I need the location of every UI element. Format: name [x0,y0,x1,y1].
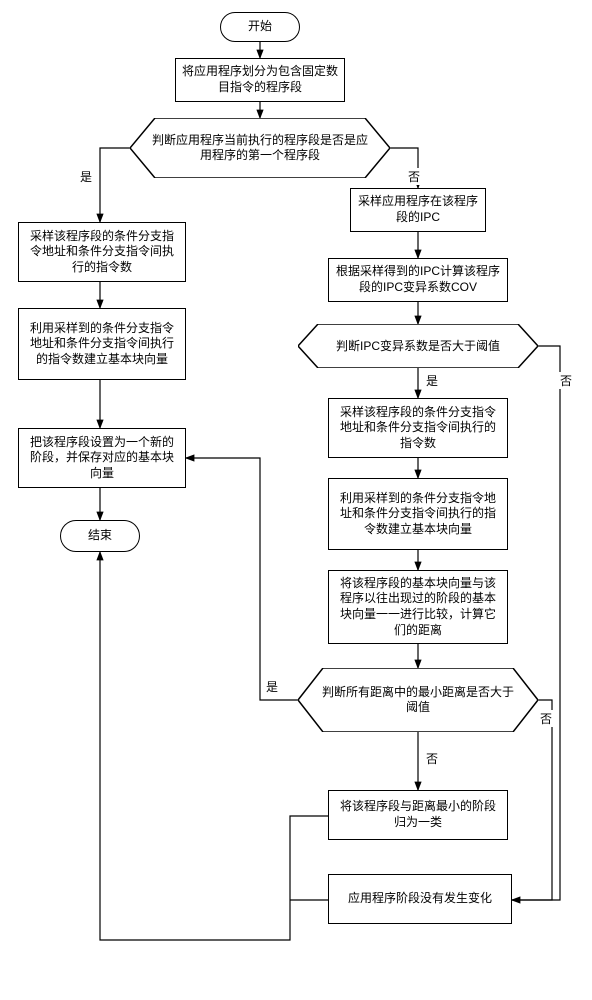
flowchart-container: 开始 将应用程序划分为包含固定数目指令的程序段 判断应用程序当前执行的程序段是否… [10,10,582,990]
process-right-build-vector-text: 利用采样到的条件分支指令地址和条件分支指令间执行的指令数建立基本块向量 [335,491,501,538]
process-no-change-text: 应用程序阶段没有发生变化 [348,891,492,907]
process-left-build-text: 利用采样到的条件分支指令地址和条件分支指令间执行的指令数建立基本块向量 [25,321,179,368]
process-classify-min-text: 将该程序段与距离最小的阶段归为一类 [335,799,501,830]
process-right-build-vector: 利用采样到的条件分支指令地址和条件分支指令间执行的指令数建立基本块向量 [328,478,508,550]
decision-cov-text: 判断IPC变异系数是否大于阈值 [316,339,520,354]
decision-min-distance: 判断所有距离中的最小距离是否大于阈值 [298,668,538,732]
process-calc-cov: 根据采样得到的IPC计算该程序段的IPC变异系数COV [328,258,508,302]
process-classify-min: 将该程序段与距离最小的阶段归为一类 [328,790,508,840]
process-left-new-phase-text: 把该程序段设置为一个新的阶段，并保存对应的基本块向量 [25,435,179,482]
decision-cov-threshold: 判断IPC变异系数是否大于阈值 [298,324,538,368]
label-d3-yes: 是 [264,678,280,695]
process-right-sample-branch: 采样该程序段的条件分支指令地址和条件分支指令间执行的指令数 [328,398,508,458]
label-d3-no-right: 否 [538,710,554,727]
process-compare-vectors-text: 将该程序段的基本块向量与该程序以往出现过的阶段的基本块向量一一进行比较，计算它们… [335,576,501,638]
decision-first-text: 判断应用程序当前执行的程序段是否是应用程序的第一个程序段 [130,133,390,163]
process-left-sample: 采样该程序段的条件分支指令地址和条件分支指令间执行的指令数 [18,222,186,282]
label-d2-yes: 是 [424,372,440,389]
process-divide-text: 将应用程序划分为包含固定数目指令的程序段 [182,64,338,95]
end-text: 结束 [88,528,112,544]
label-d3-no: 否 [424,750,440,767]
start-node: 开始 [220,12,300,42]
process-left-sample-text: 采样该程序段的条件分支指令地址和条件分支指令间执行的指令数 [25,229,179,276]
process-compare-vectors: 将该程序段的基本块向量与该程序以往出现过的阶段的基本块向量一一进行比较，计算它们… [328,570,508,644]
label-d1-no: 否 [406,168,422,185]
process-sample-ipc: 采样应用程序在该程序段的IPC [350,188,486,232]
process-left-new-phase: 把该程序段设置为一个新的阶段，并保存对应的基本块向量 [18,428,186,488]
start-text: 开始 [248,19,272,35]
label-d1-yes: 是 [78,168,94,185]
process-no-change: 应用程序阶段没有发生变化 [328,874,512,924]
process-right-sample-branch-text: 采样该程序段的条件分支指令地址和条件分支指令间执行的指令数 [335,405,501,452]
process-left-build-vector: 利用采样到的条件分支指令地址和条件分支指令间执行的指令数建立基本块向量 [18,308,186,380]
end-node: 结束 [60,520,140,552]
process-divide: 将应用程序划分为包含固定数目指令的程序段 [175,58,345,102]
decision-min-distance-text: 判断所有距离中的最小距离是否大于阈值 [298,685,538,715]
label-d2-no: 否 [558,372,574,389]
process-calc-cov-text: 根据采样得到的IPC计算该程序段的IPC变异系数COV [335,264,501,295]
decision-first-segment: 判断应用程序当前执行的程序段是否是应用程序的第一个程序段 [130,118,390,178]
process-sample-ipc-text: 采样应用程序在该程序段的IPC [357,194,479,225]
